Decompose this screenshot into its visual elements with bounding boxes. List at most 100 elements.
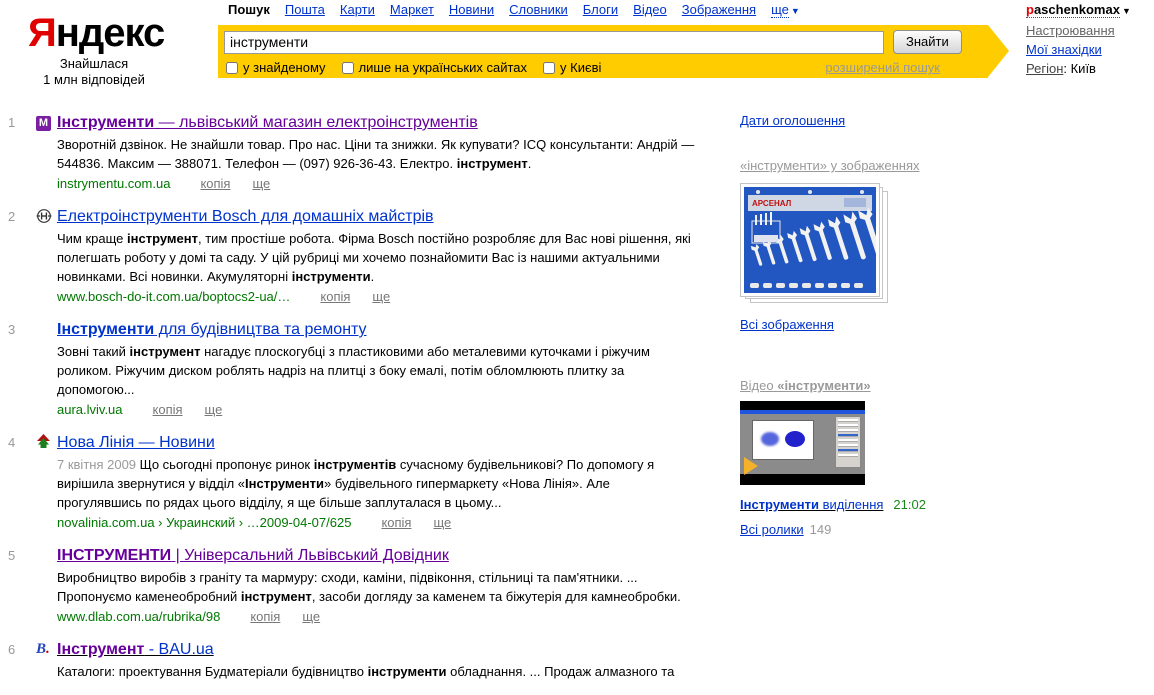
- region-row: Регіон: Київ: [1026, 59, 1144, 78]
- result-snippet: Каталоги: проектування Будматеріали буді…: [57, 664, 675, 679]
- option-in-kyiv[interactable]: у Києві: [543, 60, 601, 75]
- all-videos-row: Всі ролики 149: [740, 522, 1140, 537]
- video-duration: 21:02: [893, 497, 926, 512]
- video-thumbnail[interactable]: [740, 401, 865, 485]
- result-snippet: Зворотній дзвінок. Не знайшли товар. Про…: [57, 137, 695, 171]
- tab-video[interactable]: Відео: [633, 2, 667, 17]
- option-in-found[interactable]: у знайденому: [226, 60, 326, 75]
- result-title-link[interactable]: Інструменти — львівський магазин електро…: [57, 113, 478, 132]
- result-snippet: Виробництво виробів з граніту та мармуру…: [57, 570, 681, 604]
- cached-copy-link[interactable]: копія: [250, 609, 280, 624]
- tab-search[interactable]: Пошук: [228, 2, 270, 17]
- favicon-m-icon: M: [36, 116, 51, 131]
- result-snippet: 7 квітня 2009 Що сьогодні пропонує ринок…: [57, 457, 655, 510]
- result-title-link[interactable]: ІНСТРУМЕНТИ | Універсальний Львівський Д…: [57, 546, 449, 565]
- search-result-1: 1 M Інструменти — львівський магазин еле…: [8, 113, 740, 193]
- tab-maps[interactable]: Карти: [340, 2, 375, 17]
- result-snippet: Чим краще інструмент, тим простіше робот…: [57, 231, 691, 284]
- result-number: 3: [8, 322, 16, 337]
- all-images-link[interactable]: Всі зображення: [740, 317, 834, 332]
- ukrainian-sites-label: лише на українських сайтах: [358, 60, 528, 75]
- option-ukrainian-sites[interactable]: лише на українських сайтах: [341, 60, 528, 75]
- in-kyiv-label: у Києві: [560, 60, 602, 75]
- tab-news[interactable]: Новини: [449, 2, 494, 17]
- stats-line1: Знайшлася: [59, 56, 129, 71]
- tab-images[interactable]: Зображення: [682, 2, 756, 17]
- result-number: 6: [8, 642, 16, 657]
- search-result-5: 5 ІНСТРУМЕНТИ | Універсальний Львівський…: [8, 546, 740, 626]
- favicon-bau-icon: B.: [36, 641, 50, 657]
- user-chevron-down-icon: ▼: [1121, 6, 1131, 16]
- images-header-link[interactable]: «інструменти» у зображеннях: [740, 158, 919, 173]
- logo-rest: ндекс: [55, 11, 166, 55]
- result-url: instrymentu.com.ua: [57, 176, 171, 191]
- result-title-link[interactable]: Інструмент - BAU.ua: [57, 640, 214, 659]
- all-videos-link[interactable]: Всі ролики: [740, 522, 804, 537]
- result-snippet: Зовні такий інструмент нагадує плоскогуб…: [57, 344, 650, 397]
- tab-mail[interactable]: Пошта: [285, 2, 325, 17]
- stats-line2: 1 млн відповідей: [43, 72, 145, 87]
- svg-text:АРСЕНАЛ: АРСЕНАЛ: [752, 199, 792, 208]
- in-kyiv-checkbox[interactable]: [543, 61, 556, 74]
- result-number: 4: [8, 435, 16, 450]
- in-found-checkbox[interactable]: [226, 61, 238, 74]
- sidebar: Дати оголошення «інструменти» у зображен…: [740, 97, 1140, 695]
- more-link[interactable]: ще: [302, 609, 320, 624]
- more-link[interactable]: ще: [433, 515, 451, 530]
- video-header-link[interactable]: Відео «інструменти»: [740, 378, 871, 393]
- yandex-logo[interactable]: Яндекс: [28, 11, 165, 55]
- more-link[interactable]: ще: [205, 402, 223, 417]
- result-title-link[interactable]: Інструменти для будівництва та ремонту: [57, 320, 367, 339]
- cached-copy-link[interactable]: копія: [320, 289, 350, 304]
- logo-block: Яндекс Знайшлася 1 млн відповідей: [28, 11, 165, 88]
- region-link[interactable]: Регіон: [1026, 59, 1063, 78]
- ukrainian-sites-checkbox[interactable]: [341, 61, 354, 74]
- wrench-set-image: АРСЕНАЛ: [744, 187, 883, 293]
- region-value: Київ: [1070, 61, 1096, 76]
- cached-copy-link[interactable]: копія: [381, 515, 411, 530]
- images-preview-thumbnail[interactable]: АРСЕНАЛ: [740, 183, 890, 305]
- announcement-dates-link[interactable]: Дати оголошення: [740, 113, 845, 128]
- nav-more-label: ще: [771, 2, 789, 18]
- results-count: Знайшлася 1 млн відповідей: [28, 56, 160, 88]
- advanced-search-link[interactable]: розширений пошук: [825, 60, 940, 75]
- tab-dictionaries[interactable]: Словники: [509, 2, 568, 17]
- result-number: 5: [8, 548, 16, 563]
- favicon-nova-linia-icon: [36, 434, 51, 452]
- search-result-3: 3 Інструменти для будівництва та ремонту…: [8, 320, 740, 419]
- username: paschenkomax: [1026, 2, 1120, 18]
- top-nav: Пошук Пошта Карти Маркет Новини Словники Блоги…: [228, 2, 815, 18]
- result-title-link[interactable]: Електроінструменти Bosch для домашніх ма…: [57, 207, 434, 226]
- cached-copy-link[interactable]: копія: [153, 402, 183, 417]
- result-number: 2: [8, 209, 16, 224]
- username-menu[interactable]: paschenkomax ▼: [1026, 0, 1144, 21]
- results-list: 1 M Інструменти — львівський магазин еле…: [0, 97, 740, 695]
- result-url: aura.lviv.ua: [57, 402, 123, 417]
- result-url: www.bosch-do-it.com.ua/boptocs2-ua/…: [57, 289, 291, 304]
- favicon-bosch-icon: [36, 209, 52, 227]
- header: Яндекс Знайшлася 1 млн відповідей Пошук П…: [0, 0, 1154, 97]
- more-link[interactable]: ще: [252, 176, 270, 191]
- search-input[interactable]: [224, 30, 884, 54]
- search-banner: Знайти у знайденому лише на українських …: [218, 25, 1009, 78]
- search-result-6: 6 B. Інструмент - BAU.ua Каталоги: проек…: [8, 640, 740, 681]
- result-url: www.dlab.com.ua/rubrika/98: [57, 609, 221, 624]
- nav-more[interactable]: ще ▼: [771, 2, 800, 18]
- result-number: 1: [8, 115, 16, 130]
- settings-link[interactable]: Настроювання: [1026, 21, 1115, 40]
- my-finds-link[interactable]: Мої знахідки: [1026, 40, 1102, 59]
- video-result-row: Інструменти виділення 21:02: [740, 497, 1140, 512]
- result-title-link[interactable]: Нова Лінія — Новини: [57, 433, 215, 452]
- video-title-link[interactable]: Інструменти виділення: [740, 497, 883, 512]
- cached-copy-link[interactable]: копія: [200, 176, 230, 191]
- region-colon: :: [1063, 61, 1071, 76]
- chevron-down-icon: ▼: [790, 6, 800, 16]
- search-button[interactable]: Знайти: [893, 30, 962, 54]
- video-frame: [740, 410, 865, 474]
- tab-blogs[interactable]: Блоги: [583, 2, 618, 17]
- in-found-label: у знайденому: [243, 60, 326, 75]
- more-link[interactable]: ще: [372, 289, 390, 304]
- tab-market[interactable]: Маркет: [390, 2, 434, 17]
- logo-first-letter: Я: [28, 11, 57, 55]
- result-url: novalinia.com.ua › Украинский › …2009-04…: [57, 515, 352, 530]
